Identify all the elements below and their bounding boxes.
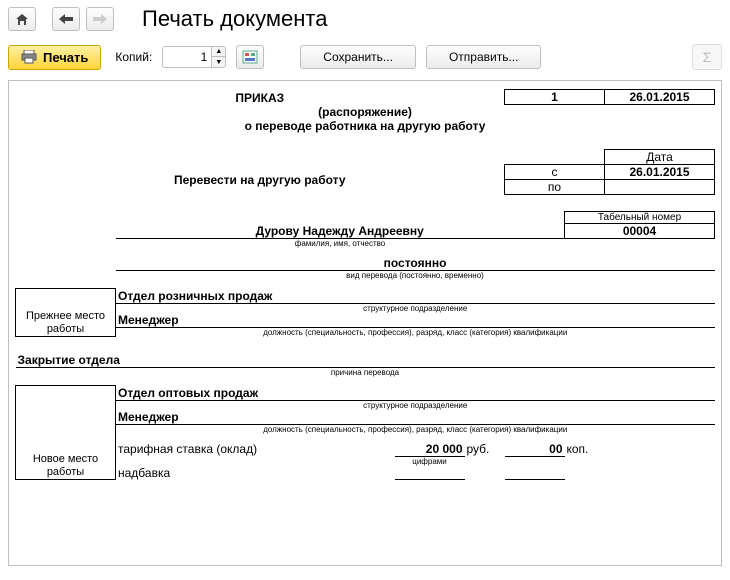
- doc-title-1: ПРИКАЗ: [16, 90, 505, 105]
- document-preview[interactable]: ПРИКАЗ 1 26.01.2015 (распоряжение) о пер…: [8, 80, 722, 566]
- to-date: [605, 180, 715, 195]
- printer-icon: [21, 50, 37, 64]
- rub-label: руб.: [465, 442, 505, 457]
- prev-pos-cap: должность (специальность, профессия), ра…: [116, 327, 715, 337]
- rate-kop: 00: [505, 442, 565, 457]
- addon-label: надбавка: [116, 466, 395, 480]
- transfer-label: Перевести на другую работу: [16, 165, 505, 195]
- prev-dept-cap: структурное подразделение: [116, 303, 715, 313]
- tab-num: 00004: [565, 224, 715, 239]
- duration-cap: вид перевода (постоянно, временно): [116, 271, 715, 281]
- doc-number: 1: [505, 90, 605, 105]
- forward-button[interactable]: [86, 7, 114, 31]
- date-header: Дата: [605, 150, 715, 165]
- print-button[interactable]: Печать: [8, 45, 101, 70]
- reason: Закрытие отдела: [16, 353, 715, 368]
- new-place-label: Новое место работы: [16, 386, 116, 480]
- employee-cap: фамилия, имя, отчество: [116, 239, 565, 249]
- tab-num-label: Табельный номер: [565, 212, 715, 224]
- rate-cap: цифрами: [395, 456, 465, 466]
- page-title: Печать документа: [142, 6, 327, 32]
- from-label: с: [505, 165, 605, 180]
- rate-label: тарифная ставка (оклад): [116, 442, 395, 457]
- copies-spinner[interactable]: ▲ ▼: [162, 46, 226, 68]
- prev-place-label: Прежнее место работы: [16, 289, 116, 337]
- home-button[interactable]: [8, 7, 36, 31]
- employee-name: Дурову Надежду Андреевну: [116, 224, 565, 239]
- kop-label: коп.: [565, 442, 605, 457]
- new-dept: Отдел оптовых продаж: [116, 386, 715, 401]
- prev-pos: Менеджер: [116, 313, 715, 328]
- new-pos-cap: должность (специальность, профессия), ра…: [116, 424, 715, 434]
- new-dept-cap: структурное подразделение: [116, 400, 715, 410]
- copies-input[interactable]: [163, 47, 211, 67]
- sum-button: Σ: [692, 44, 722, 70]
- copies-label: Копий:: [115, 50, 152, 64]
- arrow-right-icon: [93, 14, 107, 24]
- new-pos: Менеджер: [116, 410, 715, 425]
- doc-title-3: о переводе работника на другую работу: [16, 119, 715, 133]
- save-button[interactable]: Сохранить...: [300, 45, 416, 69]
- doc-title-2: (распоряжение): [16, 105, 715, 120]
- reason-cap: причина перевода: [16, 368, 715, 378]
- rate-rub: 20 000: [395, 442, 465, 457]
- to-label: по: [505, 180, 605, 195]
- preview-icon: [242, 50, 258, 64]
- sigma-icon: Σ: [703, 49, 712, 65]
- print-button-label: Печать: [43, 50, 88, 65]
- duration: постоянно: [116, 256, 715, 271]
- copies-down-button[interactable]: ▼: [211, 57, 225, 67]
- arrow-left-icon: [59, 14, 73, 24]
- back-button[interactable]: [52, 7, 80, 31]
- from-date: 26.01.2015: [605, 165, 715, 180]
- send-button[interactable]: Отправить...: [426, 45, 542, 69]
- preview-button[interactable]: [236, 45, 264, 69]
- doc-date: 26.01.2015: [605, 90, 715, 105]
- prev-dept: Отдел розничных продаж: [116, 289, 715, 304]
- home-icon: [15, 13, 29, 26]
- copies-up-button[interactable]: ▲: [211, 47, 225, 57]
